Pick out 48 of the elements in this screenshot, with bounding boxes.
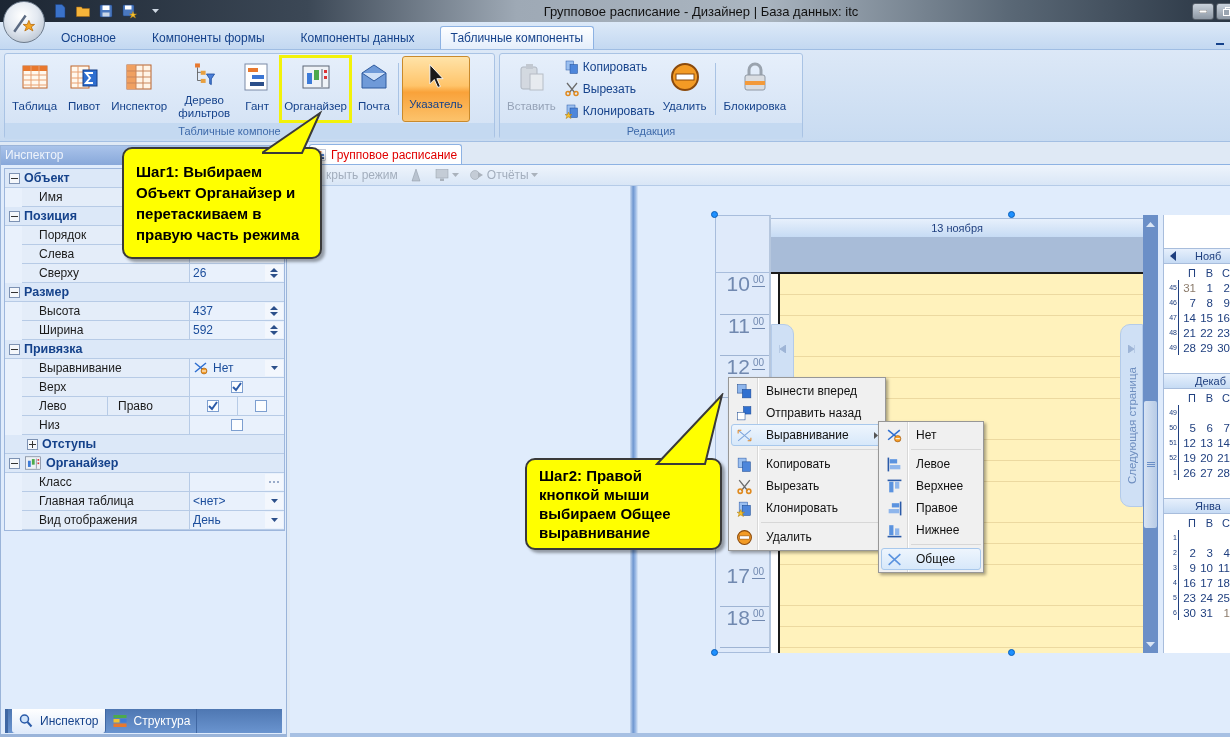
property-name: Вид отображения xyxy=(39,513,138,527)
hour-label: 18 xyxy=(726,607,750,628)
next-page-label: Следующая страница xyxy=(1125,367,1138,485)
weekday-label: В xyxy=(1204,516,1213,529)
weekday-label: В xyxy=(1204,266,1213,279)
hour-label: 10 xyxy=(726,274,750,294)
property-name: Слева xyxy=(39,247,75,261)
window-title: Групповое расписание - Дизайнер | База данных: itc xyxy=(542,3,860,19)
date-header: 13 ноября xyxy=(931,222,983,234)
minutes-label: 00 xyxy=(751,357,765,370)
property-name: Верх xyxy=(39,380,67,394)
minutes-label: 00 xyxy=(751,274,765,287)
hour-label: 12 xyxy=(726,357,750,377)
category-label: Привязка xyxy=(24,342,83,356)
panel-title: Инспектор xyxy=(5,148,64,162)
hour-label: 11 xyxy=(728,315,750,336)
weekday-label: П xyxy=(1187,516,1196,529)
weekday-label: В xyxy=(1204,391,1213,404)
category-label: Размер xyxy=(24,285,69,299)
category-label: Органайзер xyxy=(46,456,119,470)
weekday-label: С xyxy=(1221,266,1230,279)
property-name: Ширина xyxy=(39,323,84,337)
property-name: Имя xyxy=(39,190,63,204)
property-name: Высота xyxy=(39,304,81,318)
group-label: Табличные компоне xyxy=(178,125,281,137)
property-name: Низ xyxy=(39,418,60,432)
property-name: Класс xyxy=(39,475,72,489)
property-name: Главная таблица xyxy=(39,494,134,508)
hour-label: 17 xyxy=(726,566,750,586)
category-label: Отступы xyxy=(42,437,97,451)
property-name: Сверху xyxy=(39,266,80,280)
property-name: Выравнивание xyxy=(39,361,122,375)
weekday-label: С xyxy=(1221,391,1230,404)
weekday-label: П xyxy=(1187,391,1196,404)
category-label: Позиция xyxy=(24,209,77,223)
weekday-label: П xyxy=(1187,266,1196,279)
property-name: Лево xyxy=(39,399,67,413)
minutes-label: 00 xyxy=(751,315,765,329)
month-title: Янва xyxy=(1195,500,1221,512)
month-title: Нояб xyxy=(1195,250,1222,262)
group-label: Редакция xyxy=(626,125,676,137)
category-label: Объект xyxy=(24,171,70,185)
minutes-label: 00 xyxy=(751,566,765,579)
minutes-label: 00 xyxy=(751,607,765,621)
weekday-label: С xyxy=(1221,516,1230,529)
property-name: Право xyxy=(118,399,153,413)
month-title: Декаб xyxy=(1195,375,1227,387)
property-name: Порядок xyxy=(39,228,87,242)
